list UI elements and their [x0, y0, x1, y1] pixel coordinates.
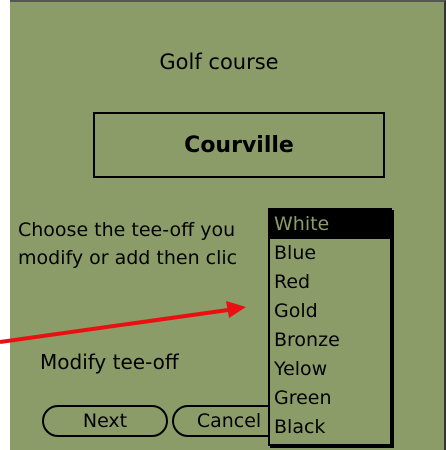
- dropdown-option-white[interactable]: White: [270, 210, 390, 239]
- course-name-field[interactable]: Courville: [93, 112, 385, 178]
- palm-screen: Golf course Courville Choose the tee-off…: [10, 0, 446, 450]
- dropdown-option-bronze[interactable]: Bronze: [270, 326, 390, 355]
- screen-title: Golf course: [159, 50, 279, 74]
- modify-tee-off-label: Modify tee-off: [40, 350, 179, 374]
- dropdown-option-black[interactable]: Black: [270, 413, 390, 442]
- dropdown-option-green[interactable]: Green: [270, 384, 390, 413]
- dropdown-option-blue[interactable]: Blue: [270, 239, 390, 268]
- dropdown-option-red[interactable]: Red: [270, 268, 390, 297]
- course-name: Courville: [184, 132, 294, 158]
- dropdown-option-gold[interactable]: Gold: [270, 297, 390, 326]
- tee-off-dropdown-list[interactable]: White Blue Red Gold Bronze Yelow Green B…: [268, 208, 392, 446]
- instruction-line-2: modify or add then clic: [18, 247, 238, 269]
- instruction-line-1: Choose the tee-off you: [18, 219, 236, 241]
- dropdown-option-yelow[interactable]: Yelow: [270, 355, 390, 384]
- next-button[interactable]: Next: [42, 405, 168, 437]
